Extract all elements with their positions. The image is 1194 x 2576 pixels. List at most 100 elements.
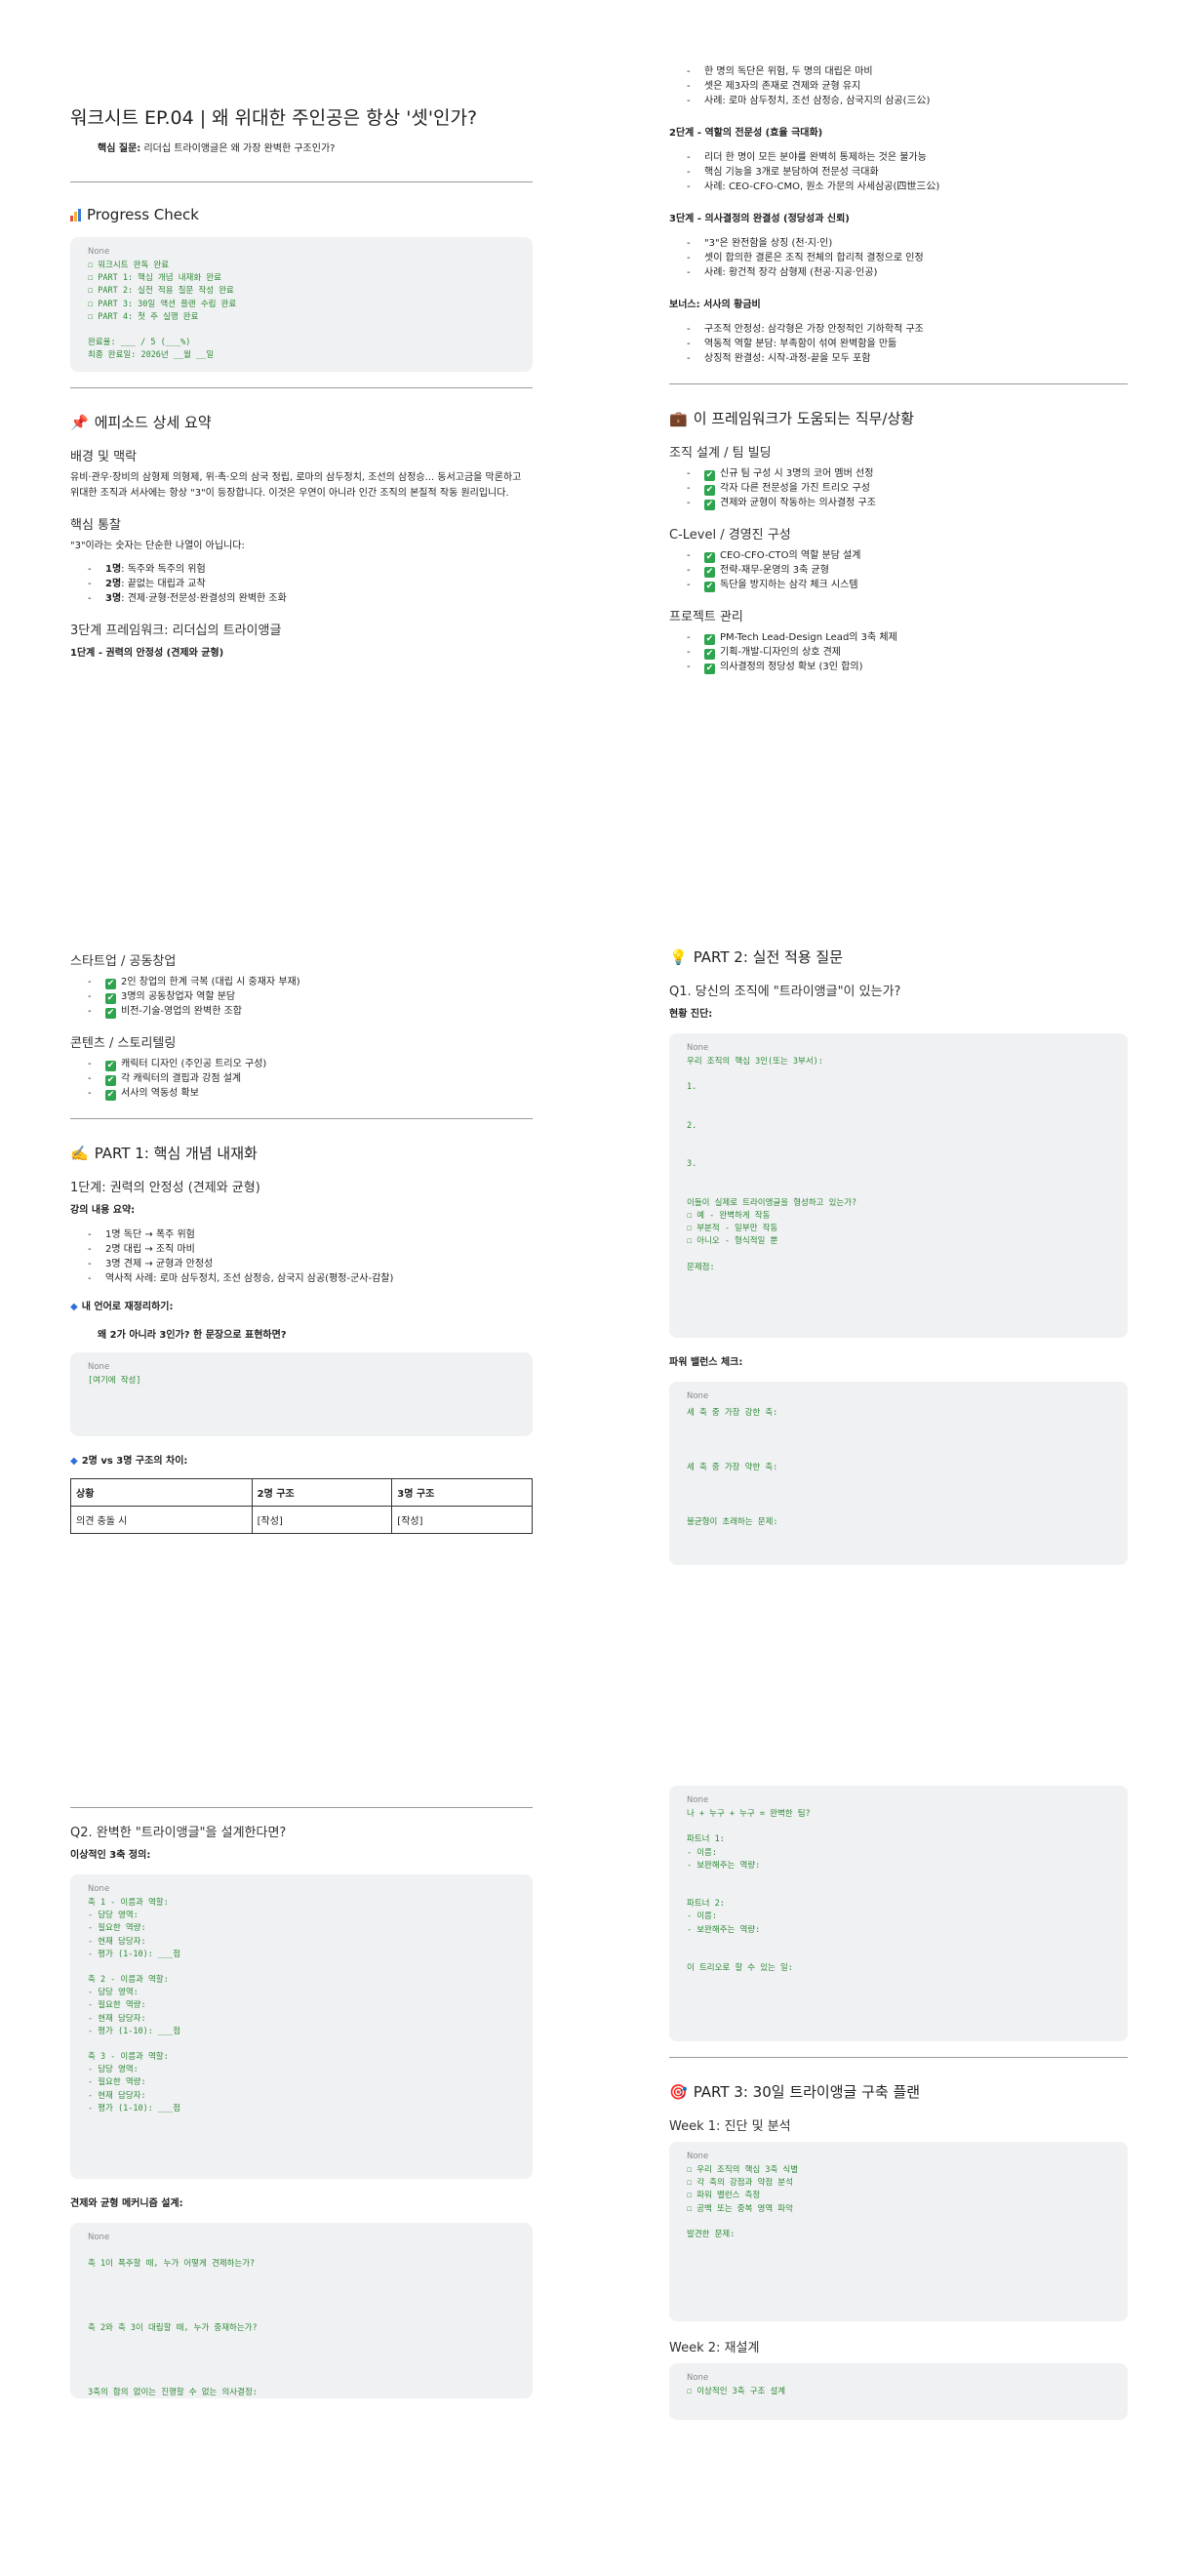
code-language-label: None	[88, 1884, 110, 1894]
week2-code-block[interactable]: None ☐ 이상적인 3축 구조 설계	[669, 2363, 1128, 2420]
step3-list: "3"은 완전함을 상징 (천·지·인) 셋이 합의한 결론은 조직 전체의 합…	[669, 236, 1128, 280]
week1-heading: Week 1: 진단 및 분석	[669, 2119, 791, 2134]
check-icon: ✔	[105, 1090, 116, 1101]
week2-heading: Week 2: 재설계	[669, 2341, 760, 2355]
power-balance-field[interactable]: 세 축 중 가장 강한 축: 세 축 중 가장 약한 축: 불균형이 초래하는 …	[687, 1404, 1110, 1568]
part3-heading: 🎯 PART 3: 30일 트라이앵글 구축 플랜	[669, 2081, 1128, 2102]
page-2: 한 명의 독단은 위험, 두 명의 대립은 마비 셋은 제3자의 존재로 견제와…	[597, 0, 1194, 859]
restate-code-block[interactable]: None [여기에 작성]	[70, 1352, 533, 1436]
step2-heading: 2단계 - 역할의 전문성 (효율 극대화)	[669, 128, 823, 139]
ideal-axes-code-block[interactable]: None 축 1 - 이름과 역할: - 담당 영역: - 필요한 역량: - …	[70, 1874, 533, 2179]
list-item: ✔ 2인 창업의 한계 극복 (대립 시 중재자 부재)	[70, 975, 533, 989]
step3-heading: 3단계 - 의사결정의 완결성 (정당성과 신뢰)	[669, 214, 850, 224]
content-heading: 콘텐츠 / 스토리텔링	[70, 1036, 177, 1051]
bonus-heading: 보너스: 서사의 황금비	[669, 300, 761, 310]
code-language-label: None	[687, 2373, 709, 2383]
week1-code-block[interactable]: None ☐ 우리 조직의 핵심 3축 식별 ☐ 각 축의 강점과 약점 분석 …	[669, 2142, 1128, 2321]
episode-summary-heading: 📌 에피소드 상세 요약	[70, 412, 533, 432]
diagnosis-answer-field[interactable]: 우리 조직의 핵심 3인(또는 3부서): 1. 2. 3. 이들이 실제로 트…	[687, 1056, 1110, 1312]
compare-title: 2명 vs 3명 구조의 차이:	[81, 1456, 188, 1467]
week1-checklist[interactable]: ☐ 우리 조직의 핵심 3축 식별 ☐ 각 축의 강점과 약점 분석 ☐ 파워 …	[687, 2164, 1110, 2280]
jobs-title: 이 프레임워크가 도움되는 직무/상황	[693, 410, 915, 427]
list-item: 2명 대립 → 조직 마비	[70, 1242, 533, 1257]
table-row: 의견 충돌 시 [작성] [작성]	[70, 1506, 533, 1534]
list-item: ✔ 서사의 역동성 확보	[70, 1086, 533, 1101]
step1-heading: 1단계 - 권력의 안정성 (견제와 균형)	[70, 647, 224, 659]
q1-heading: Q1. 당신의 조직에 "트라이앵글"이 있는가?	[669, 985, 901, 999]
part3-title: PART 3: 30일 트라이앵글 구축 플랜	[693, 2083, 921, 2101]
diagnosis-code-block[interactable]: None 우리 조직의 핵심 3인(또는 3부서): 1. 2. 3. 이들이 …	[669, 1033, 1128, 1338]
step2-list: 리더 한 명이 모든 분야를 완벽히 통제하는 것은 불가능 핵심 기능을 3개…	[669, 150, 1128, 194]
org-heading: 조직 설계 / 팀 빌딩	[669, 446, 772, 461]
part1-step-heading: 1단계: 권력의 안정성 (견제와 균형)	[70, 1181, 260, 1195]
jobs-heading: 💼 이 프레임워크가 도움되는 직무/상황	[669, 408, 1128, 428]
check-icon: ✔	[704, 567, 715, 578]
week2-checklist[interactable]: ☐ 이상적인 3축 구조 설계	[687, 2386, 1110, 2398]
partner-code-block[interactable]: None 나 + 누구 + 누구 = 완벽한 팀? 파트너 1: - 이름: -…	[669, 1786, 1128, 2041]
table-cell[interactable]: [작성]	[251, 1506, 393, 1534]
list-item: 2명: 끝없는 대립과 교착	[70, 577, 533, 591]
mechanism-field[interactable]: 축 1이 폭주할 때, 누가 어떻게 견제하는가? 축 2와 축 3이 대립할 …	[88, 2245, 515, 2399]
list-item: ✔ 견제와 균형이 작동하는 의사결정 구조	[669, 496, 1128, 510]
restate-heading: ◆ 내 언어로 재정리하기:	[70, 1298, 533, 1312]
table-cell[interactable]: [작성]	[391, 1506, 533, 1534]
list-item: 셋이 합의한 결론은 조직 전체의 합리적 결정으로 인정	[669, 251, 1128, 265]
episode-summary-title: 에피소드 상세 요약	[94, 414, 212, 432]
insight-heading: 핵심 통찰	[70, 518, 121, 534]
content-list: ✔캐릭터 디자인 (주인공 트리오 구성) ✔각 캐릭터의 결핍과 강점 설계 …	[70, 1057, 533, 1101]
bonus-list: 구조적 안정성: 삼각형은 가장 안정적인 기하학적 구조 역동적 역할 분담:…	[669, 322, 1128, 366]
list-item: ✔ 전략-재무-운영의 3축 균형	[669, 563, 1128, 578]
list-item-bold: 1명	[105, 563, 122, 575]
list-item: ✔ 각 캐릭터의 결핍과 강점 설계	[70, 1071, 533, 1086]
page-1-content: 워크시트 EP.04 | 왜 위대한 주인공은 항상 '셋'인가? 핵심 질문:…	[70, 59, 533, 664]
page-1: 워크시트 EP.04 | 왜 위대한 주인공은 항상 '셋'인가? 핵심 질문:…	[0, 0, 597, 859]
list-item: ✔ 신규 팀 구성 시 3명의 코어 멤버 선정	[669, 466, 1128, 481]
startup-list: ✔ 2인 창업의 한계 극복 (대립 시 중재자 부재) ✔ 3명의 공동창업자 역…	[70, 975, 533, 1019]
mechanism-code-block[interactable]: None 축 1이 폭주할 때, 누가 어떻게 견제하는가? 축 2와 축 3이…	[70, 2223, 533, 2398]
list-item-text: 각자 다른 전문성을 가진 트리오 구성	[720, 483, 870, 494]
check-icon: ✔	[704, 485, 715, 496]
check-icon: ✔	[704, 649, 715, 660]
target-icon: 🎯	[669, 2082, 688, 2101]
check-icon: ✔	[704, 552, 715, 563]
list-item-text: 의사결정의 정당성 확보 (3인 합의)	[720, 662, 863, 672]
list-item: 1명: 독주와 독주의 위험	[70, 562, 533, 577]
check-icon: ✔	[105, 993, 116, 1004]
list-item: 사례: CEO-CFO-CMO, 원소 가문의 사세삼공(四世三公)	[669, 180, 1128, 194]
list-item: ✔ 각자 다른 전문성을 가진 트리오 구성	[669, 481, 1128, 496]
bar-chart-icon	[70, 208, 81, 221]
clevel-heading: C-Level / 경영진 구성	[669, 528, 791, 543]
table-header-row: 상황 2명 구조 3명 구조	[70, 1478, 533, 1507]
list-item-text: 각 캐릭터의 결핍과 강점 설계	[121, 1073, 242, 1084]
comparison-table: 상황 2명 구조 3명 구조 의견 충돌 시 [작성] [작성]	[70, 1478, 533, 1534]
list-item-text: : 독주와 독주의 위험	[121, 563, 206, 575]
list-item: 사례: 황건적 장각 삼형제 (천공·지공·인공)	[669, 265, 1128, 280]
partner-field[interactable]: 나 + 누구 + 누구 = 완벽한 팀? 파트너 1: - 이름: - 보완해주…	[687, 1808, 1110, 2027]
project-heading: 프로젝트 관리	[669, 610, 743, 624]
list-item-text: CEO-CFO-CTO의 역할 분담 설계	[720, 550, 861, 561]
org-list: ✔ 신규 팀 구성 시 3명의 코어 멤버 선정 ✔ 각자 다른 전문성을 가진 트…	[669, 466, 1128, 510]
power-code-block[interactable]: None 세 축 중 가장 강한 축: 세 축 중 가장 약한 축: 불균형이 …	[669, 1382, 1128, 1565]
list-item: 역동적 역할 분담: 부족함이 섞여 완벽함을 만듦	[669, 337, 1128, 351]
briefcase-icon: 💼	[669, 409, 688, 427]
list-item-text: 신규 팀 구성 시 3명의 코어 멤버 선정	[720, 468, 874, 479]
restate-answer-field[interactable]: [여기에 작성]	[88, 1375, 515, 1388]
core-question: 핵심 질문: 리더십 트라이앵글은 왜 가장 완벽한 구조인가?	[98, 140, 533, 154]
divider	[70, 181, 533, 182]
ideal-axes-field[interactable]: 축 1 - 이름과 역할: - 담당 영역: - 필요한 역량: - 현재 담당…	[88, 1897, 515, 2115]
part2-heading: 💡 PART 2: 실전 적용 질문	[669, 946, 1128, 967]
code-language-label: None	[687, 1043, 709, 1053]
worksheet-title: 워크시트 EP.04 | 왜 위대한 주인공은 항상 '셋'인가?	[70, 107, 478, 129]
list-item-text: 서사의 역동성 확보	[121, 1088, 199, 1099]
table-cell: 의견 충돌 시	[70, 1506, 253, 1534]
page-6: None 나 + 누구 + 누구 = 완벽한 팀? 파트너 1: - 이름: -…	[597, 1717, 1194, 2576]
divider	[70, 387, 533, 389]
page-5: Q2. 완벽한 "트라이앵글"을 설계한다면? 이상적인 3축 정의: None…	[0, 1717, 597, 2576]
code-language-label: None	[687, 1795, 709, 1805]
code-language-label: None	[687, 2152, 709, 2161]
writing-hand-icon: ✍️	[70, 1144, 89, 1162]
list-item: ✔ CEO-CFO-CTO의 역할 분담 설계	[669, 548, 1128, 563]
list-item: 3명: 견제·균형·전문성·완결성의 완벽한 조화	[70, 591, 533, 606]
page-5-content: Q2. 완벽한 "트라이앵글"을 설계한다면? 이상적인 3축 정의: None…	[70, 1807, 533, 2414]
lecture-summary-label: 강의 내용 요약:	[70, 1205, 136, 1216]
